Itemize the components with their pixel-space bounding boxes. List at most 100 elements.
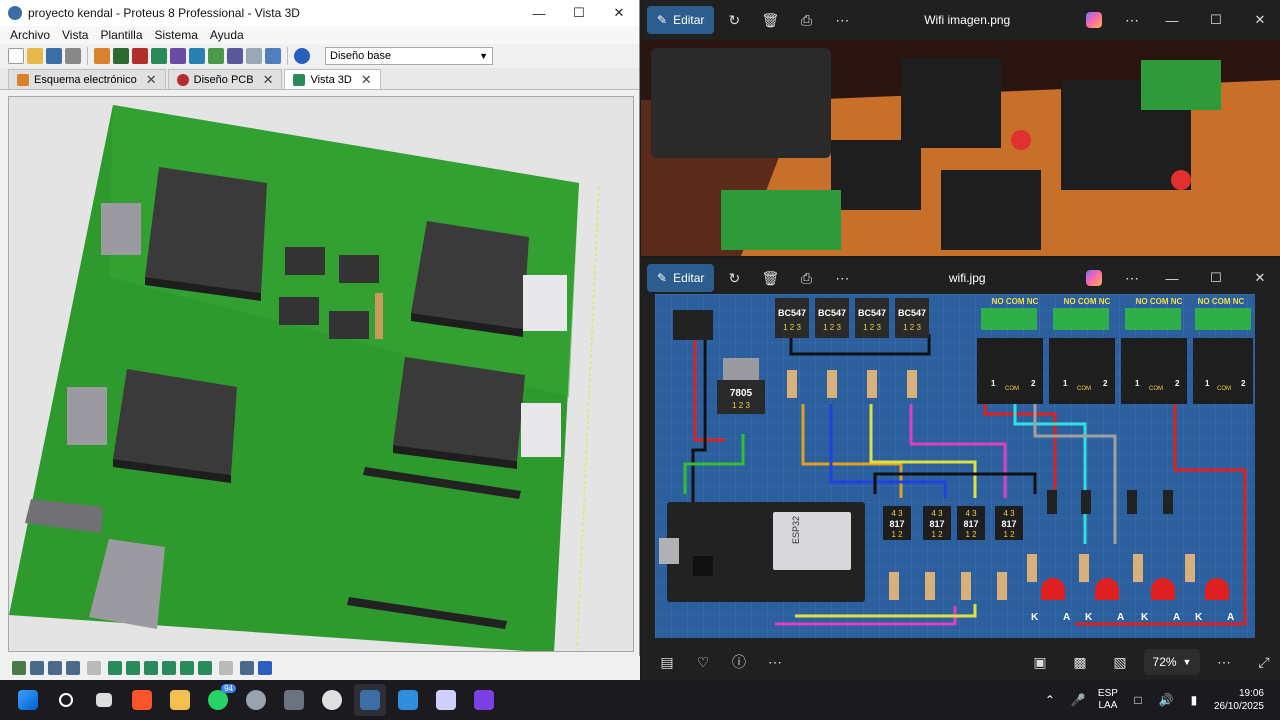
edit-button[interactable]: ✎ Editar xyxy=(647,264,715,292)
maximize-button[interactable]: ☐ xyxy=(559,0,599,26)
menu-archivo[interactable]: Archivo xyxy=(4,28,56,42)
chevron-up-icon[interactable]: ⌃ xyxy=(1042,693,1058,707)
filmstrip-icon[interactable]: ▤ xyxy=(651,648,683,676)
volume-icon[interactable]: 🔊 xyxy=(1158,693,1174,707)
menu-vista[interactable]: Vista xyxy=(56,28,94,42)
home-icon[interactable] xyxy=(94,48,110,64)
minimize-button[interactable]: — xyxy=(1152,271,1192,286)
fullscreen-icon[interactable]: ⤢ xyxy=(1248,648,1280,676)
search-button[interactable] xyxy=(50,684,82,716)
library-icon[interactable] xyxy=(265,48,281,64)
app-button[interactable] xyxy=(468,684,500,716)
close-button[interactable]: ✕ xyxy=(1240,12,1280,28)
delete-icon[interactable]: 🗑 xyxy=(754,264,786,292)
task-view-button[interactable] xyxy=(88,684,120,716)
layers-icon[interactable] xyxy=(240,661,254,675)
app-button[interactable] xyxy=(430,684,462,716)
rotate-icon[interactable]: ↻ xyxy=(718,264,750,292)
app-button[interactable] xyxy=(392,684,424,716)
close-button[interactable]: ✕ xyxy=(599,0,639,26)
resistor xyxy=(889,572,899,600)
opto-pins-bottom: 1 2 xyxy=(1003,530,1015,539)
app-button[interactable] xyxy=(316,684,348,716)
settings-button[interactable] xyxy=(240,684,272,716)
pcb-layout-icon[interactable] xyxy=(132,48,148,64)
more-icon[interactable]: ⋯ xyxy=(1116,6,1148,34)
close-icon[interactable]: ✕ xyxy=(263,72,274,88)
rotate-icon[interactable]: ↻ xyxy=(718,6,750,34)
more-icon[interactable]: ⋯ xyxy=(826,6,858,34)
source-code-icon[interactable] xyxy=(227,48,243,64)
file-explorer-button[interactable] xyxy=(164,684,196,716)
delete-icon[interactable]: 🗑 xyxy=(754,6,786,34)
diode xyxy=(1127,490,1137,514)
maximize-button[interactable]: ☐ xyxy=(1196,12,1236,28)
led-pin-a: A xyxy=(1227,612,1234,623)
copilot-icon[interactable] xyxy=(1086,270,1102,286)
help-icon[interactable] xyxy=(294,48,310,64)
gerber-icon[interactable] xyxy=(170,48,186,64)
zoom-select[interactable]: 72% ▼ xyxy=(1144,649,1200,675)
pan-icon[interactable] xyxy=(12,661,26,675)
brave-button[interactable] xyxy=(126,684,158,716)
board-icon[interactable] xyxy=(258,661,272,675)
snipping-icon xyxy=(436,690,456,710)
battery-icon[interactable]: ▮ xyxy=(1186,693,1202,707)
crop-icon[interactable]: ▣ xyxy=(1024,648,1056,676)
view-front-icon[interactable] xyxy=(126,661,140,675)
close-icon[interactable]: ✕ xyxy=(361,72,372,88)
copilot-icon[interactable] xyxy=(1086,12,1102,28)
clock[interactable]: 19:06 26/10/2025 xyxy=(1214,687,1264,713)
tab-esquema[interactable]: Esquema electrónico ✕ xyxy=(8,69,166,89)
schematic-icon[interactable] xyxy=(113,48,129,64)
whatsapp-button[interactable]: 94 xyxy=(202,684,236,716)
more-icon[interactable]: ⋯ xyxy=(826,264,858,292)
view-left-icon[interactable] xyxy=(144,661,158,675)
tab-pcb[interactable]: Diseño PCB ✕ xyxy=(167,69,283,89)
close-button[interactable]: ✕ xyxy=(1240,270,1280,286)
more-icon[interactable]: ⋯ xyxy=(1116,264,1148,292)
edit-button[interactable]: ✎ Editar xyxy=(647,6,715,34)
print-icon[interactable]: ⎙ xyxy=(790,6,822,34)
close-icon[interactable]: ✕ xyxy=(146,72,157,88)
menu-plantilla[interactable]: Plantilla xyxy=(94,28,148,42)
favorite-icon[interactable]: ♡ xyxy=(687,648,719,676)
view-right-icon[interactable] xyxy=(180,661,194,675)
regulator-7805: 7805 1 2 3 xyxy=(717,358,765,414)
save-icon[interactable] xyxy=(46,48,62,64)
zoom-in-icon[interactable] xyxy=(30,661,44,675)
view-top-icon[interactable] xyxy=(108,661,122,675)
language-indicator[interactable]: ESP LAA xyxy=(1098,688,1118,712)
variant-select[interactable]: Diseño base ▼ xyxy=(325,47,493,65)
notes-icon[interactable] xyxy=(246,48,262,64)
minimize-button[interactable]: — xyxy=(519,0,559,26)
view-back-icon[interactable] xyxy=(162,661,176,675)
proteus-task-button[interactable] xyxy=(354,684,386,716)
microphone-icon[interactable]: 🎤 xyxy=(1070,693,1086,707)
info-icon[interactable]: ⓘ xyxy=(723,648,755,676)
menu-sistema[interactable]: Sistema xyxy=(149,28,204,42)
text-select-icon[interactable]: ▩ xyxy=(1064,648,1096,676)
rotate-icon[interactable] xyxy=(66,661,80,675)
fit-icon[interactable]: ▧ xyxy=(1104,648,1136,676)
bom-icon[interactable] xyxy=(189,48,205,64)
maximize-button[interactable]: ☐ xyxy=(1196,270,1236,286)
open-folder-icon[interactable] xyxy=(27,48,43,64)
relay-pin-com: COM xyxy=(1005,386,1019,392)
menu-ayuda[interactable]: Ayuda xyxy=(204,28,250,42)
more-icon[interactable]: ⋯ xyxy=(759,648,791,676)
3d-viewport[interactable] xyxy=(8,96,634,652)
view-bottom-icon[interactable] xyxy=(198,661,212,675)
start-button[interactable] xyxy=(12,684,44,716)
print-icon[interactable]: ⎙ xyxy=(790,264,822,292)
tab-vista-3d[interactable]: Vista 3D ✕ xyxy=(284,69,381,89)
network-icon[interactable]: □ xyxy=(1130,693,1146,707)
3d-view-icon[interactable] xyxy=(151,48,167,64)
minimize-button[interactable]: — xyxy=(1152,13,1192,28)
zoom-out-icon[interactable] xyxy=(48,661,62,675)
design-explorer-icon[interactable] xyxy=(208,48,224,64)
more-icon[interactable]: ⋯ xyxy=(1208,648,1240,676)
close-project-icon[interactable] xyxy=(65,48,81,64)
new-file-icon[interactable] xyxy=(8,48,24,64)
app-button[interactable] xyxy=(278,684,310,716)
